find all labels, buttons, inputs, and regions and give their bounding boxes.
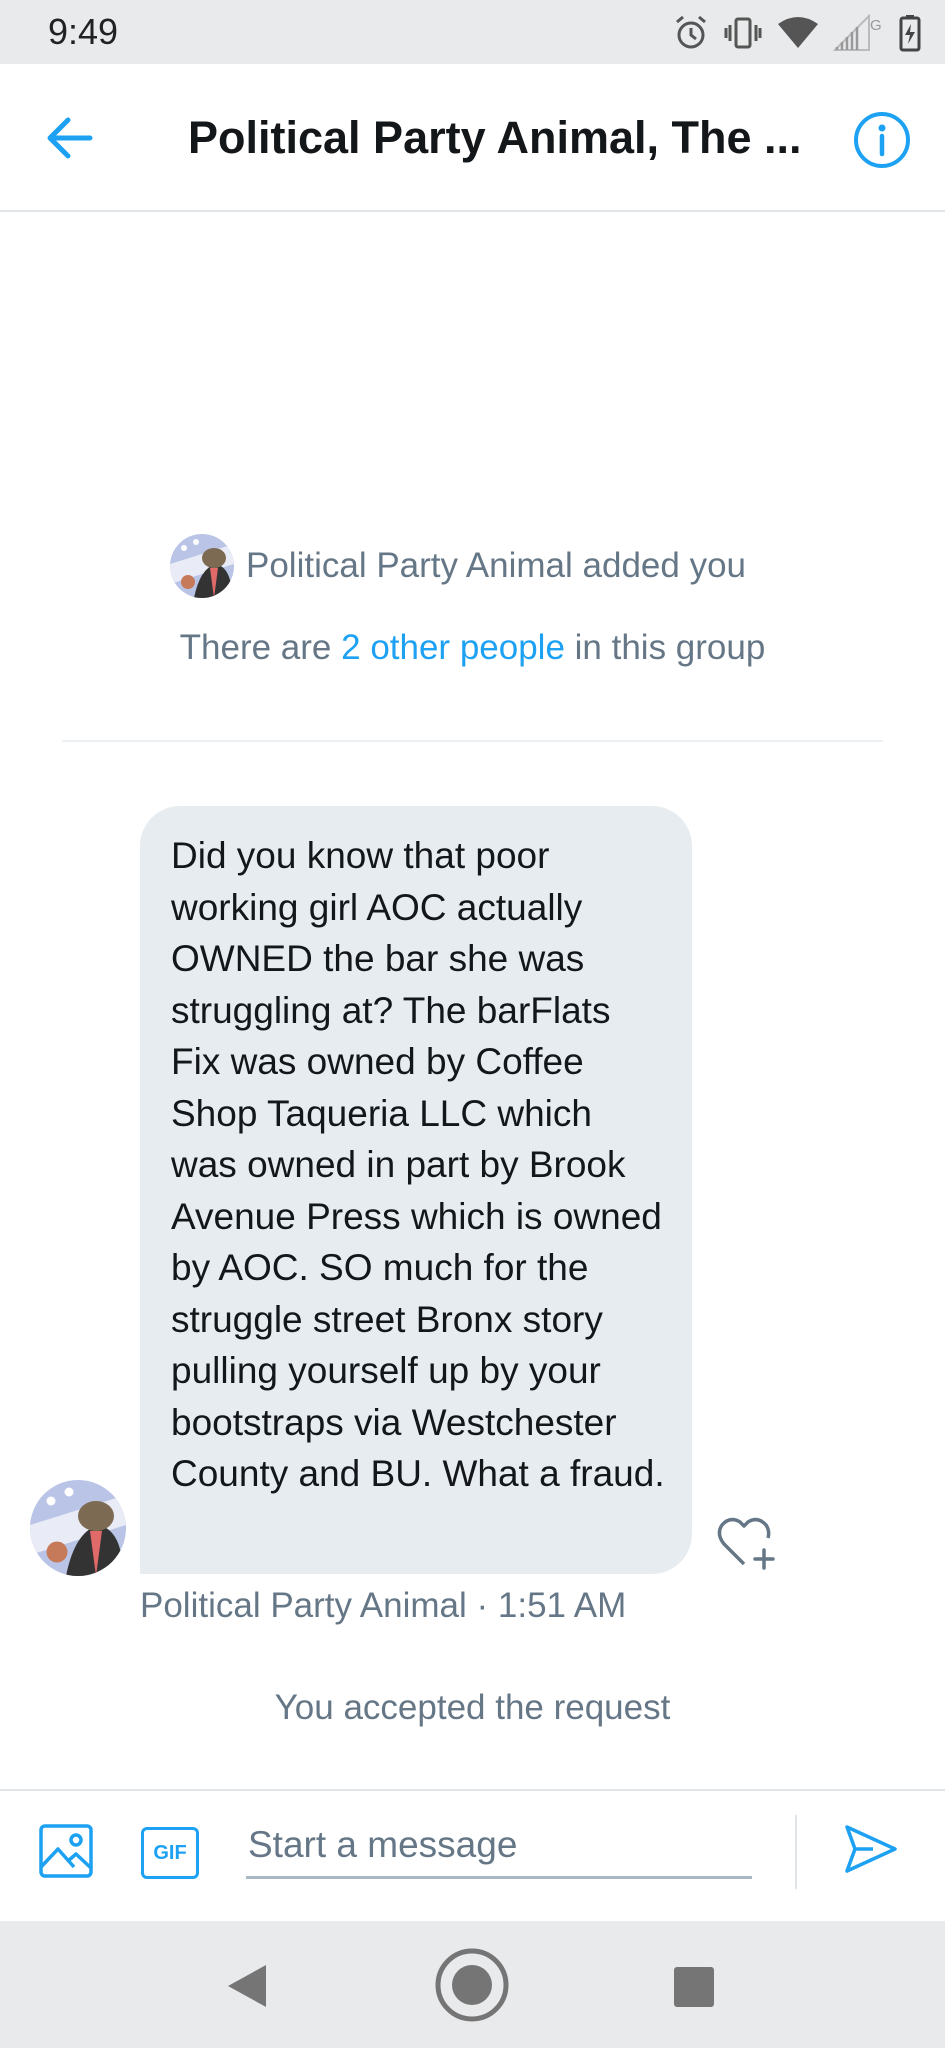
nav-home-icon[interactable] [434, 1947, 510, 2023]
status-bar: 9:49 G [0, 0, 945, 64]
back-arrow-icon [47, 117, 93, 159]
message-sender-avatar[interactable] [30, 1480, 126, 1576]
divider [62, 740, 883, 742]
group-info-suffix: in this group [564, 628, 766, 667]
vibrate-icon [724, 17, 762, 49]
message-composer: GIF [0, 1789, 945, 1921]
sender-avatar[interactable] [170, 534, 234, 598]
added-you-text: Political Party Animal added you [246, 546, 746, 585]
signal-icon: G [833, 14, 882, 51]
accepted-request-notice: You accepted the request [274, 1688, 671, 1727]
nav-back-icon[interactable] [226, 1963, 268, 2009]
dm-conversation-screen: 9:49 G Political Party Animal, The ... P… [0, 0, 945, 2048]
send-icon [845, 1825, 897, 1873]
conversation-title: Political Party Animal, The ... [188, 112, 802, 163]
like-message-button[interactable] [714, 1512, 780, 1572]
group-info-prefix: There are [179, 628, 342, 667]
send-button[interactable] [843, 1821, 899, 1877]
message-input[interactable] [246, 1813, 752, 1879]
battery-charging-icon [899, 15, 921, 52]
nav-recents-icon[interactable] [674, 1967, 714, 2007]
heart-plus-icon [717, 1517, 775, 1570]
info-icon [854, 112, 910, 168]
conversation-info-button[interactable] [852, 110, 912, 170]
other-people-link[interactable]: 2 other people [341, 628, 565, 667]
conversation-header: Political Party Animal, The ... [0, 64, 945, 212]
message-meta: Political Party Animal · 1:51 AM [140, 1586, 627, 1625]
message-bubble[interactable]: Did you know that poor working girl AOC … [140, 806, 692, 1574]
network-type-label: G [870, 17, 882, 34]
wifi-icon [778, 17, 818, 48]
alarm-icon [676, 15, 706, 49]
image-icon [39, 1824, 93, 1878]
add-photo-button[interactable] [38, 1823, 94, 1879]
back-button[interactable] [40, 110, 100, 166]
composer-separator [795, 1815, 797, 1889]
added-you-notice: Political Party Animal added you [170, 531, 746, 601]
system-nav-bar [0, 1921, 945, 2048]
group-info: There are 2 other people in this group [0, 628, 945, 668]
gif-button[interactable]: GIF [141, 1827, 199, 1879]
status-time: 9:49 [48, 11, 119, 52]
status-icons: G [673, 12, 921, 54]
